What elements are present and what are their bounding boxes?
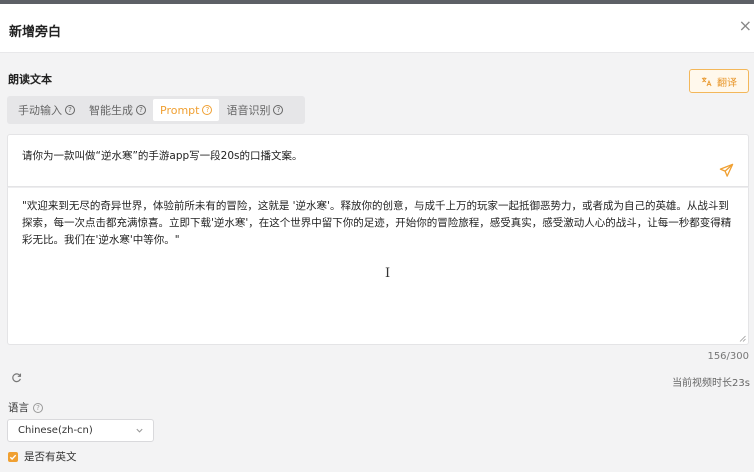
section-label: 朗读文本 [8, 73, 52, 86]
character-count: 156/300 [707, 351, 749, 362]
prompt-text[interactable]: 请你为一款叫做“逆水寒”的手游app写一段20s的口播文案。 [22, 148, 302, 163]
language-label-text: 语言 [8, 402, 29, 414]
check-icon [9, 454, 17, 460]
resize-handle-icon[interactable] [739, 335, 746, 342]
help-icon: ? [65, 105, 75, 115]
tab-smart-generate[interactable]: 智能生成 ? [82, 99, 153, 121]
tab-label: 语音识别 [226, 104, 271, 117]
english-checkbox[interactable] [8, 451, 18, 462]
tab-label: 手动输入 [18, 104, 62, 117]
translate-button[interactable]: 翻译 [689, 69, 749, 93]
generated-text-area[interactable]: "欢迎来到无尽的奇异世界，体验前所未有的冒险，这就是 '逆水寒'。释放你的创意，… [7, 187, 749, 345]
text-cursor-icon: I [385, 266, 391, 281]
tab-label: 智能生成 [89, 104, 133, 117]
tab-prompt[interactable]: Prompt ? [153, 99, 220, 121]
chevron-down-icon [136, 428, 143, 433]
language-selected-value: Chinese(zh-cn) [18, 425, 93, 436]
refresh-icon[interactable] [11, 372, 22, 383]
send-icon[interactable] [719, 163, 734, 178]
language-select[interactable]: Chinese(zh-cn) [7, 419, 154, 442]
translate-icon [701, 76, 712, 86]
language-label: 语言 ? [8, 400, 43, 415]
help-icon: ? [136, 105, 146, 115]
generated-text[interactable]: "欢迎来到无尽的奇异世界，体验前所未有的冒险，这就是 '逆水寒'。释放你的创意，… [22, 198, 738, 249]
english-option: 是否有英文 [8, 449, 77, 464]
tab-label: Prompt [160, 103, 200, 117]
dialog-title: 新增旁白 [9, 25, 62, 40]
help-icon: ? [273, 105, 284, 115]
english-option-label: 是否有英文 [24, 451, 77, 463]
tab-manual-input[interactable]: 手动输入 ? [11, 99, 82, 121]
help-icon: ? [33, 402, 43, 413]
close-icon[interactable]: × [739, 18, 752, 34]
dialog-header: 新增旁白 × [0, 4, 754, 53]
prompt-input[interactable]: 请你为一款叫做“逆水寒”的手游app写一段20s的口播文案。 [7, 134, 749, 187]
input-mode-tabs: 手动输入 ? 智能生成 ? Prompt ? 语音识别 ? [7, 96, 305, 124]
tab-speech-recognition[interactable]: 语音识别 ? [219, 99, 290, 121]
help-icon: ? [202, 105, 213, 115]
video-duration: 当前视频时长23s [672, 378, 750, 389]
translate-label: 翻译 [717, 77, 737, 89]
